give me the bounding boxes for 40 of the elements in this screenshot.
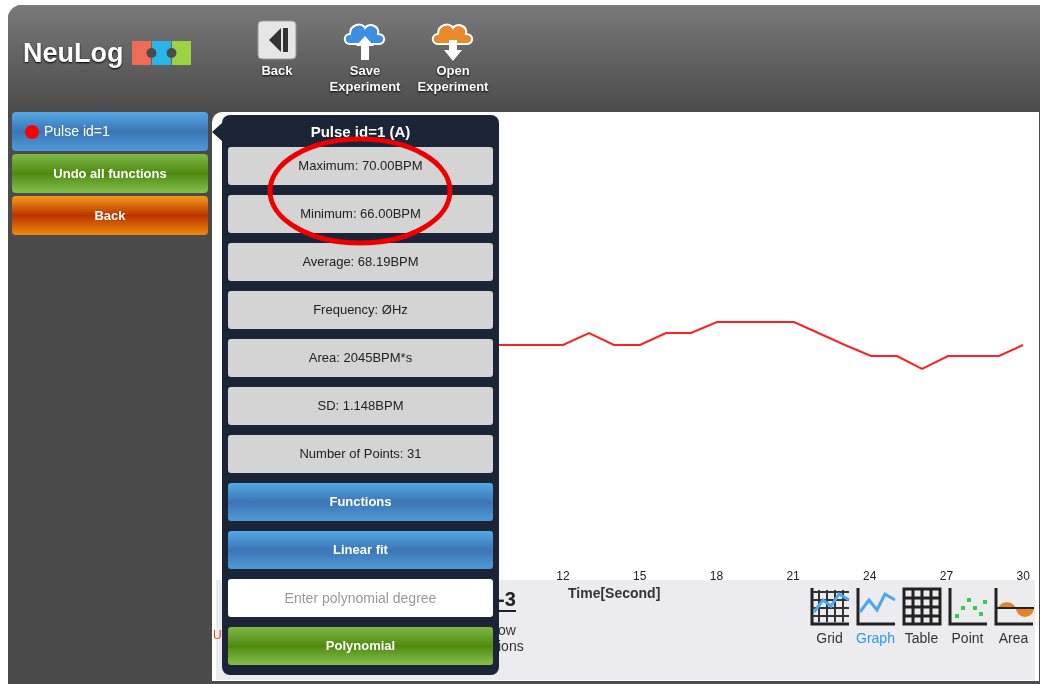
toolbar-button[interactable]: Back <box>234 17 320 79</box>
toolbar-button[interactable]: Save Experiment <box>322 17 408 95</box>
sidebar-button[interactable]: Back <box>12 196 208 235</box>
view-button[interactable]: Table <box>900 586 943 649</box>
line-graph-icon <box>854 586 897 626</box>
popup-button[interactable]: Linear fit <box>228 530 493 569</box>
grid-icon <box>808 586 851 626</box>
view-button[interactable]: Grid <box>808 586 851 649</box>
input-field[interactable]: Enter polynomial degree <box>228 578 493 617</box>
sidebar-button[interactable]: Undo all functions <box>12 154 208 193</box>
toolbar-button[interactable]: Open Experiment <box>410 17 496 95</box>
table-icon <box>900 586 943 626</box>
statistic-row: Maximum: 70.00BPM <box>228 146 493 185</box>
popup-title: Pulse id=1 (A) <box>309 122 412 142</box>
axis-tick-label: 21 <box>786 568 800 585</box>
axis-tick-label: 30 <box>1016 568 1030 585</box>
axis-tick-label: 15 <box>633 568 647 585</box>
axis-tick-label: 18 <box>709 568 724 585</box>
toolbar-label: ow ions <box>498 622 524 654</box>
scatter-icon <box>946 586 989 626</box>
statistic-row: Frequency: ØHz <box>228 290 493 329</box>
toolbar-label: U <box>213 628 222 642</box>
axis-tick-label: 12 <box>556 568 570 585</box>
view-button[interactable]: Point <box>946 586 989 649</box>
logo-text: NeuLog <box>23 37 124 70</box>
statistic-row: SD: 1.148BPM <box>228 386 493 425</box>
axis-tick-label: 27 <box>939 568 954 585</box>
statistic-row: Minimum: 66.00BPM <box>228 194 493 233</box>
statistic-row: Average: 68.19BPM <box>228 242 493 281</box>
statistic-row: Area: 2045BPM*s <box>228 338 493 377</box>
popup-button[interactable]: Functions <box>228 482 493 521</box>
statistic-row: Number of Points: 31 <box>228 434 493 473</box>
popup-button[interactable]: Polynomial <box>228 626 493 665</box>
area-icon <box>992 586 1035 626</box>
axis-tick-label: 24 <box>863 568 877 585</box>
sensor-button[interactable]: Pulse id=1 <box>12 112 208 151</box>
view-button[interactable]: Area <box>992 586 1035 649</box>
logo-icon <box>131 39 192 68</box>
axis-title: Time[Second] <box>568 584 661 603</box>
back-icon <box>257 20 297 60</box>
